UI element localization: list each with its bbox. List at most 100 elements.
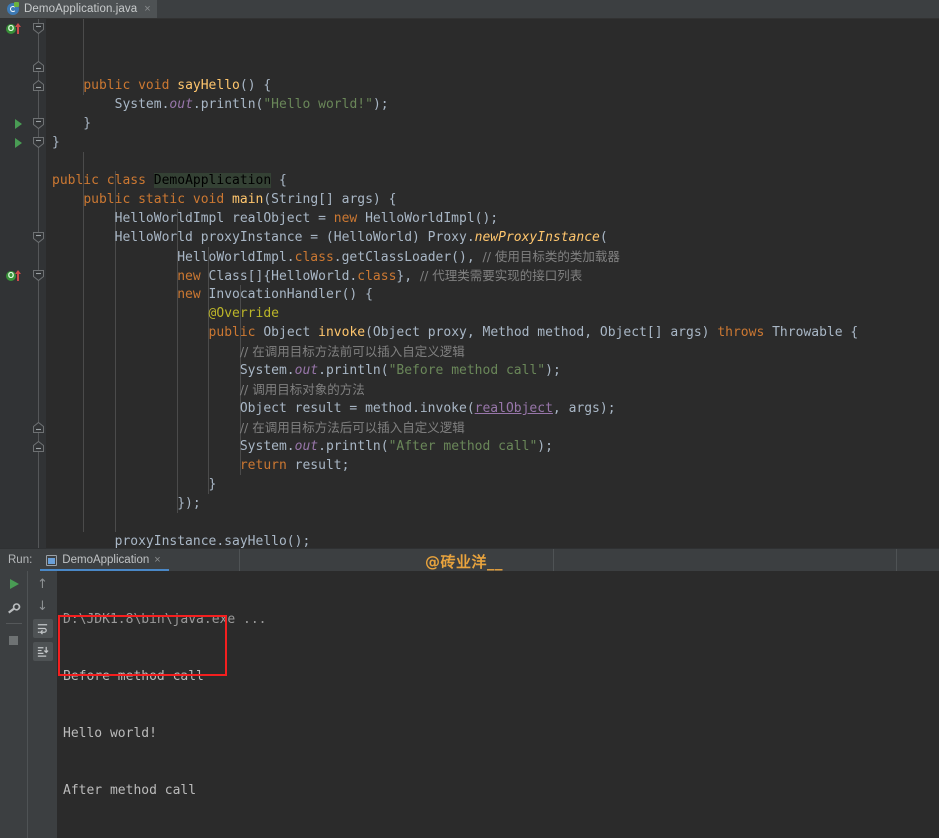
code-line: @Override bbox=[46, 304, 939, 323]
editor-gutter[interactable]: OO bbox=[0, 19, 46, 548]
fold-end-icon[interactable] bbox=[32, 60, 45, 73]
stop-icon bbox=[9, 635, 18, 645]
fold-end-icon[interactable] bbox=[32, 440, 45, 453]
arrow-up-icon bbox=[15, 270, 21, 281]
code-line: public class DemoApplication { bbox=[46, 171, 939, 190]
run-icon bbox=[15, 118, 22, 129]
run-tab-label: DemoApplication bbox=[62, 554, 150, 566]
code-token: new bbox=[177, 287, 201, 302]
code-text[interactable]: public void sayHello() { System.out.prin… bbox=[46, 19, 939, 548]
fold-collapse-icon[interactable] bbox=[32, 269, 45, 282]
run-label: Run: bbox=[8, 554, 33, 566]
override-icon: O bbox=[6, 269, 22, 282]
run-console-area: ↑ ↓ D:\JDK1.8\bin\java.exe ... Before me… bbox=[0, 571, 939, 838]
code-token: newProxyInstance bbox=[474, 230, 600, 245]
code-token: invoke bbox=[318, 325, 366, 340]
run-tool-window-header: Run: DemoApplication × @砖业洋__ bbox=[0, 548, 939, 571]
code-line: // 在调用目标方法后可以插入自定义逻辑 bbox=[46, 418, 939, 437]
code-token: void bbox=[138, 78, 170, 93]
code-token: }, bbox=[396, 269, 420, 284]
code-token: void bbox=[192, 192, 225, 207]
rerun-button[interactable] bbox=[4, 575, 24, 593]
code-token: Throwable { bbox=[764, 325, 859, 340]
code-token: return bbox=[239, 458, 287, 473]
code-line: HelloWorldImpl.class.getClassLoader(), /… bbox=[46, 247, 939, 266]
override-icon: O bbox=[6, 22, 22, 35]
fold-end-icon[interactable] bbox=[32, 79, 45, 92]
wrench-icon bbox=[7, 603, 20, 614]
fold-collapse-icon[interactable] bbox=[32, 231, 45, 244]
arrow-up-icon bbox=[15, 23, 21, 34]
previous-occurrence-button[interactable]: ↑ bbox=[33, 575, 53, 593]
code-token: (String[] args) { bbox=[263, 192, 397, 207]
console-command-line: D:\JDK1.8\bin\java.exe ... bbox=[63, 612, 267, 627]
tab-bar-empty-area bbox=[156, 0, 939, 18]
scroll-to-end-button[interactable] bbox=[32, 642, 53, 661]
code-token: .println( bbox=[318, 439, 389, 454]
code-token: ); bbox=[537, 439, 553, 454]
code-line: System.out.println("Before method call")… bbox=[46, 361, 939, 380]
code-token: out bbox=[169, 97, 193, 112]
toolbar-divider bbox=[5, 623, 22, 624]
code-line: HelloWorldImpl realObject = new HelloWor… bbox=[46, 209, 939, 228]
code-token: static bbox=[138, 192, 186, 207]
code-line: } bbox=[46, 114, 939, 133]
close-icon[interactable]: × bbox=[144, 3, 150, 15]
code-token: () { bbox=[239, 78, 272, 93]
code-token: ); bbox=[372, 97, 389, 112]
code-token: HelloWorldImpl realObject = bbox=[52, 211, 334, 226]
close-icon[interactable]: × bbox=[154, 554, 160, 566]
editor-tab-label: DemoApplication.java bbox=[24, 3, 138, 15]
fold-collapse-icon[interactable] bbox=[32, 136, 45, 149]
run-tab-demoapplication[interactable]: DemoApplication × bbox=[40, 549, 170, 571]
code-token: out bbox=[294, 439, 319, 454]
next-occurrence-button[interactable]: ↓ bbox=[33, 597, 53, 615]
console-line: After method call bbox=[63, 783, 197, 798]
code-line: public Object invoke(Object proxy, Metho… bbox=[46, 323, 939, 342]
fold-end-icon[interactable] bbox=[32, 421, 45, 434]
code-token: InvocationHandler() { bbox=[200, 287, 373, 302]
code-token: // 使用目标类的类加载器 bbox=[482, 249, 620, 264]
console-output[interactable]: D:\JDK1.8\bin\java.exe ... Before method… bbox=[57, 571, 939, 838]
gutter-markers: OO bbox=[0, 19, 46, 548]
code-token: class bbox=[294, 250, 334, 265]
fold-collapse-icon[interactable] bbox=[32, 117, 45, 130]
code-line: // 在调用目标方法前可以插入自定义逻辑 bbox=[46, 342, 939, 361]
code-token: public bbox=[83, 78, 131, 93]
run-settings-button[interactable] bbox=[4, 600, 24, 618]
stop-button[interactable] bbox=[4, 631, 24, 649]
code-token: HelloWorld proxyInstance = (HelloWorld) … bbox=[52, 230, 475, 245]
code-token: @Override bbox=[208, 306, 279, 321]
code-token: .getClassLoader(), bbox=[333, 250, 483, 265]
code-line: // 调用目标对象的方法 bbox=[46, 380, 939, 399]
code-token: Class[]{HelloWorld. bbox=[200, 269, 358, 284]
editor-tab-demoapplication[interactable]: DemoApplication.java × bbox=[0, 0, 157, 18]
code-line: } bbox=[46, 133, 939, 152]
arrow-up-icon: ↑ bbox=[37, 576, 48, 592]
code-token: System. bbox=[52, 439, 295, 454]
code-token: throws bbox=[717, 325, 765, 340]
code-token: public bbox=[52, 173, 99, 188]
code-token: HelloWorldImpl(); bbox=[357, 211, 499, 226]
fold-collapse-icon[interactable] bbox=[32, 22, 45, 35]
code-editor[interactable]: OO public void sayHello() { System.out.p… bbox=[0, 19, 939, 548]
code-token: public bbox=[83, 192, 131, 207]
code-line: new Class[]{HelloWorld.class}, // 代理类需要实… bbox=[46, 266, 939, 285]
code-line: proxyInstance.sayHello(); bbox=[46, 532, 939, 548]
code-token: DemoApplication bbox=[153, 173, 272, 188]
code-token: , args); bbox=[552, 401, 616, 416]
code-token: ); bbox=[545, 363, 561, 378]
code-token: Object bbox=[255, 325, 319, 340]
soft-wrap-button[interactable] bbox=[32, 619, 53, 638]
